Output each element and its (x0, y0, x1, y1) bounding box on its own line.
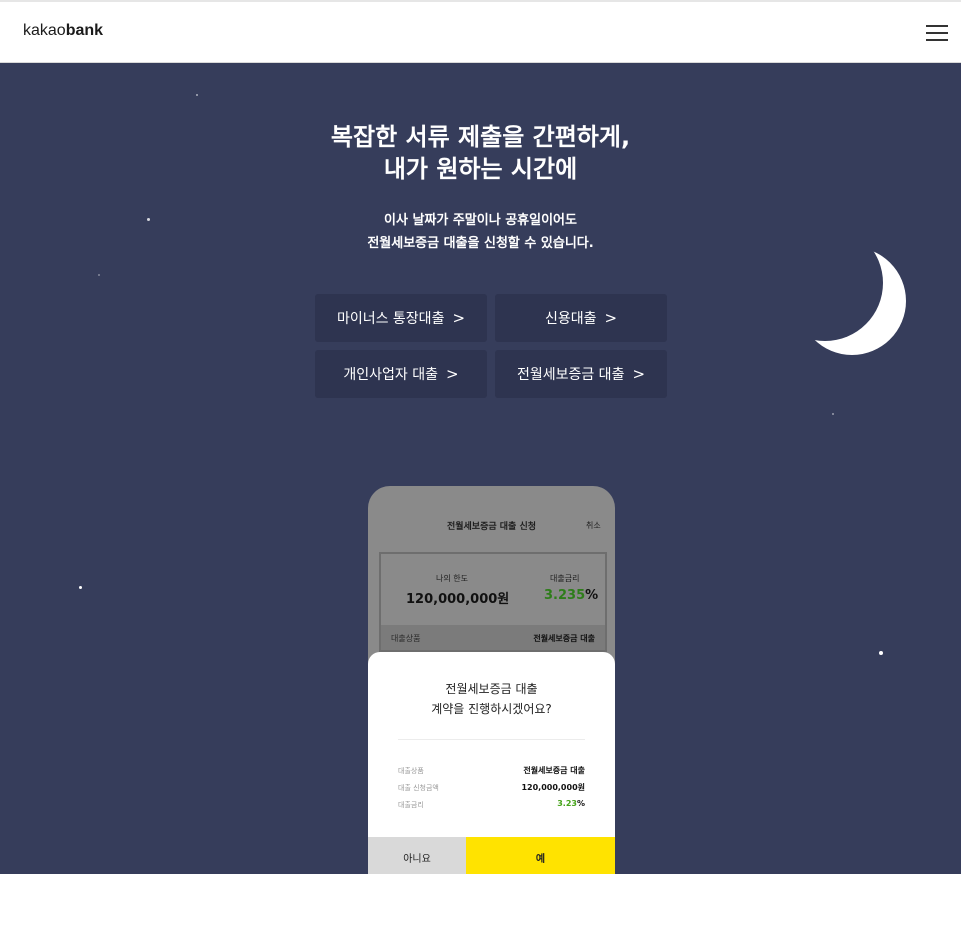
dialog-row-amount: 대출 신청금액 120,000,000원 (398, 781, 585, 795)
hero-title-line1: 복잡한 서류 제출을 간편하게, (330, 123, 631, 151)
phone-cancel-text: 취소 (586, 521, 601, 530)
chevron-right-icon: > (452, 309, 466, 327)
rate-label: 대출금리 (550, 574, 580, 583)
business-loan-button[interactable]: 개인사업자 대출 > (315, 350, 487, 398)
jeonse-loan-button[interactable]: 전월세보증금 대출 > (495, 350, 667, 398)
hero-section: 복잡한 서류 제출을 간편하게, 내가 원하는 시간에 이사 날짜가 주말이나 … (0, 63, 961, 874)
chevron-right-icon: > (632, 365, 646, 383)
button-label: 개인사업자 대출 (343, 367, 439, 383)
row-label: 대출 신청금액 (398, 784, 439, 792)
logo-text-light: kakao (23, 22, 66, 39)
hero-title: 복잡한 서류 제출을 간편하게, 내가 원하는 시간에 (0, 121, 961, 185)
dialog-row-product: 대출상품 전월세보증금 대출 (398, 764, 585, 778)
dialog-title: 전월세보증금 대출 계약을 진행하시겠어요? (368, 679, 615, 719)
star-decoration (832, 413, 834, 415)
dialog-title-line2: 계약을 진행하시겠어요? (431, 702, 552, 716)
star-decoration (879, 651, 883, 655)
hero-title-line2: 내가 원하는 시간에 (383, 155, 578, 183)
product-label: 대출상품 (391, 634, 421, 643)
logo-text-bold: bank (65, 22, 104, 39)
rate-number: 3.23 (557, 799, 577, 808)
rate-value: 3.235% (544, 588, 598, 603)
phone-limit-card: 나의 한도 120,000,000원 대출금리 3.235% 대출상품 전월세보… (379, 552, 607, 652)
chevron-right-icon: > (604, 309, 618, 327)
rate-number: 3.235 (544, 588, 586, 603)
button-label: 신용대출 (544, 311, 597, 327)
product-row: 대출상품 전월세보증금 대출 (381, 625, 605, 650)
star-decoration (98, 274, 100, 276)
minus-account-loan-button[interactable]: 마이너스 통장대출 > (315, 294, 487, 342)
dialog-title-line1: 전월세보증금 대출 (445, 682, 538, 696)
row-value: 3.23% (557, 799, 585, 808)
rate-unit: % (585, 588, 599, 603)
phone-mockup: 전월세보증금 대출 신청 취소 나의 한도 120,000,000원 대출금리 … (368, 486, 615, 874)
rate-unit: % (576, 799, 585, 808)
dialog-divider (398, 739, 585, 740)
chevron-right-icon: > (446, 365, 459, 383)
limit-value: 120,000,000원 (406, 592, 510, 607)
limit-label: 나의 한도 (436, 574, 468, 583)
button-label: 전월세보증금 대출 (516, 367, 625, 383)
star-decoration (79, 586, 82, 589)
yes-button[interactable]: 예 (466, 837, 615, 874)
hero-subtitle-line1: 이사 날짜가 주말이나 공휴일이어도 (384, 213, 577, 228)
row-value: 120,000,000원 (521, 783, 585, 792)
phone-screen-title: 전월세보증금 대출 신청 (446, 522, 537, 532)
confirm-dialog: 전월세보증금 대출 계약을 진행하시겠어요? 대출상품 전월세보증금 대출 대출… (368, 652, 615, 874)
button-label: 마이너스 통장대출 (336, 311, 445, 327)
hamburger-menu-icon[interactable] (926, 25, 948, 42)
star-decoration (196, 94, 198, 96)
row-label: 대출상품 (398, 767, 424, 775)
kakaobank-logo[interactable]: kakaobank (23, 22, 103, 40)
row-label: 대출금리 (398, 801, 424, 809)
row-value: 전월세보증금 대출 (523, 766, 585, 775)
hero-subtitle: 이사 날짜가 주말이나 공휴일이어도 전월세보증금 대출을 신청할 수 있습니다… (0, 209, 961, 255)
hero-subtitle-line2: 전월세보증금 대출을 신청할 수 있습니다. (367, 236, 594, 251)
dialog-row-rate: 대출금리 3.23% (398, 798, 585, 812)
no-button[interactable]: 아니요 (368, 837, 466, 874)
product-value: 전월세보증금 대출 (533, 634, 595, 643)
credit-loan-button[interactable]: 신용대출 > (495, 294, 667, 342)
site-header: kakaobank (0, 2, 961, 63)
